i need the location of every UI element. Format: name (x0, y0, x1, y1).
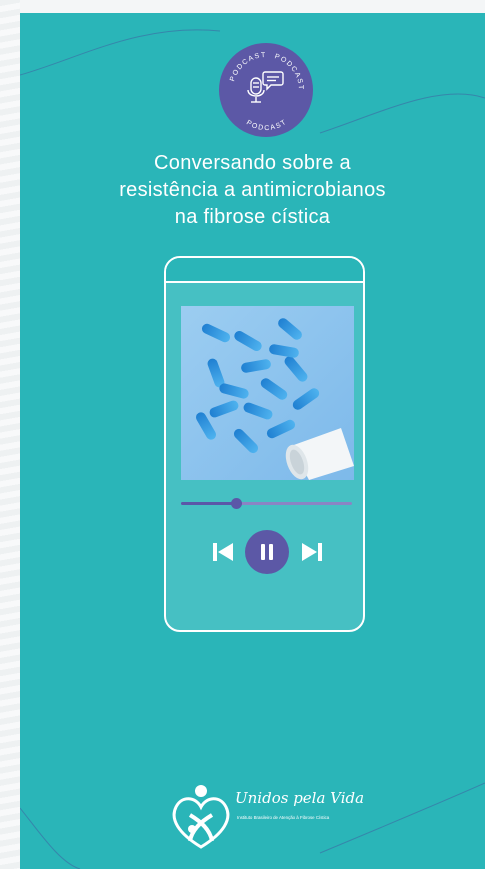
brand-tagline: Instituto Brasileiro de Atenção à Fibros… (237, 815, 330, 820)
story-canvas: PODCAST PODCAST PODCAST Conversando sobr… (20, 13, 485, 869)
pause-button[interactable] (245, 530, 289, 574)
heart-person-icon (172, 785, 230, 849)
pause-icon (261, 544, 265, 560)
page-edge (0, 0, 20, 869)
previous-icon[interactable] (213, 543, 233, 561)
title-line-1: Conversando sobre a (154, 152, 351, 174)
title-line-3: na fibrose cística (174, 206, 331, 228)
progress-bar[interactable] (181, 498, 352, 509)
progress-handle[interactable] (230, 498, 242, 509)
pause-icon-bar (269, 544, 273, 560)
brand-name: Unidos pela Vida (235, 789, 365, 807)
title-line-2: resistência a antimicrobianos (119, 179, 386, 201)
cover-image (181, 306, 354, 480)
brand-logo: Unidos pela Vida Instituto Brasileiro de… (170, 781, 365, 857)
player-card (164, 256, 365, 632)
podcast-badge: PODCAST PODCAST PODCAST (219, 43, 313, 137)
progress-fill (181, 502, 236, 505)
page-title: Conversando sobre a resistência a antimi… (20, 150, 485, 231)
next-icon[interactable] (302, 543, 322, 561)
player-top-bar (166, 258, 363, 283)
